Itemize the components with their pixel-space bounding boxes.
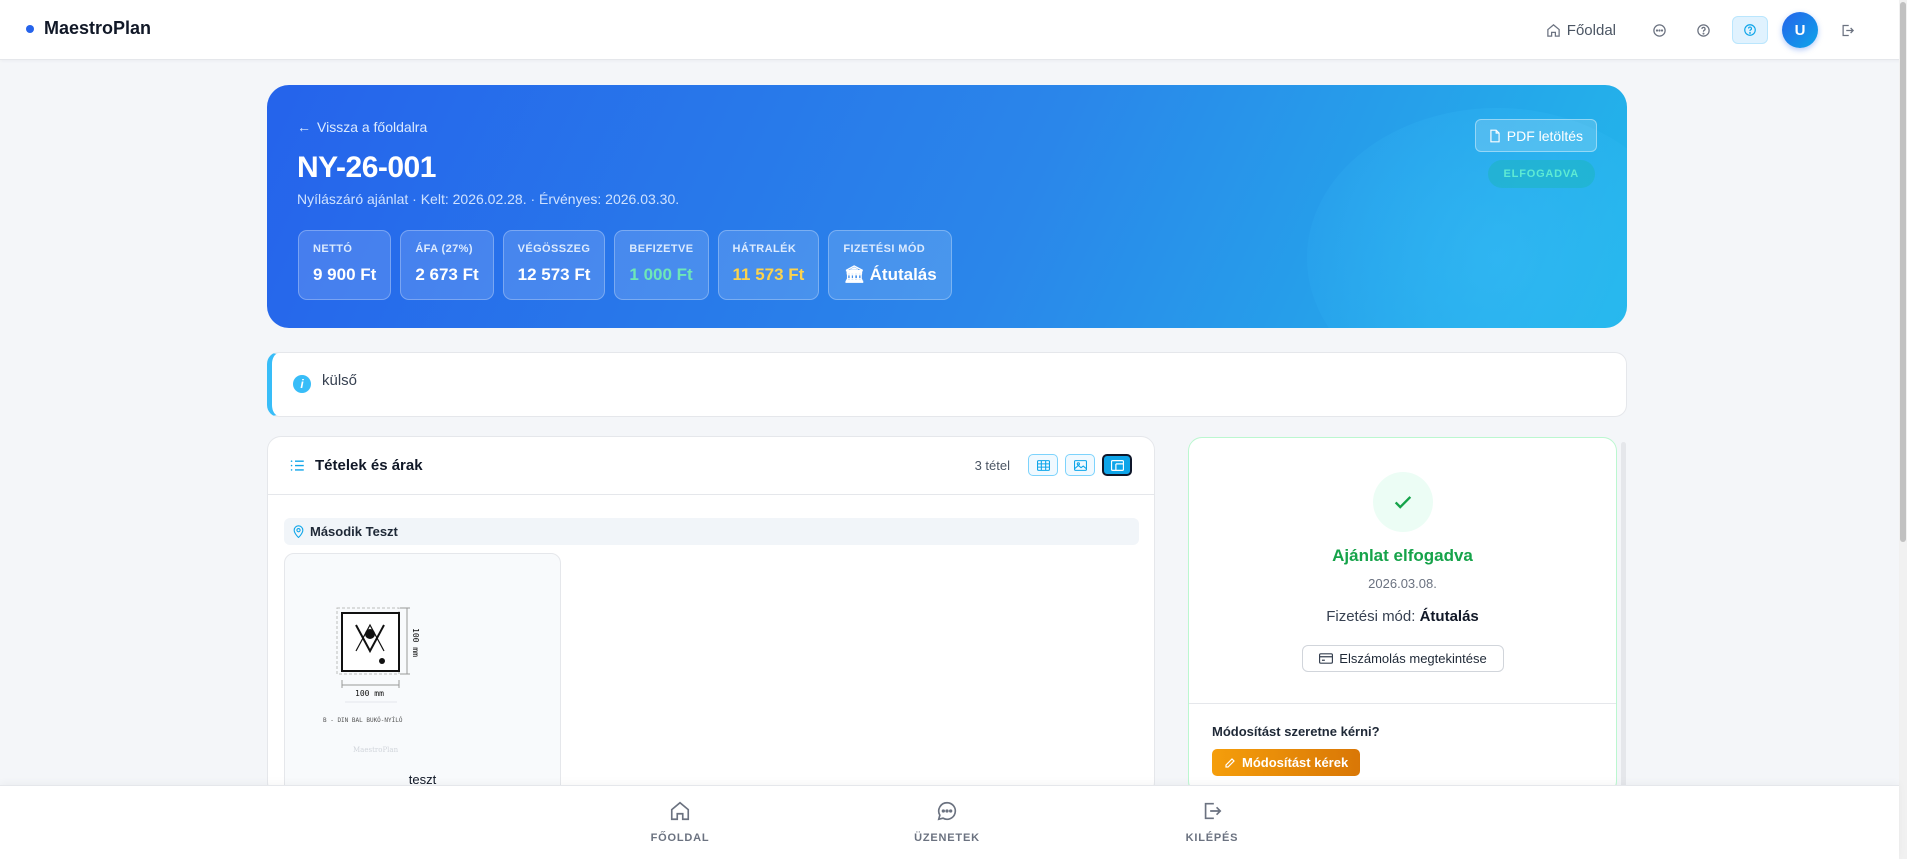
help-guide-button[interactable] xyxy=(1732,16,1768,44)
logout-icon xyxy=(1842,24,1854,36)
stat-label: BEFIZETVE xyxy=(629,243,694,255)
stat-label: FIZETÉSI MÓD xyxy=(843,243,926,255)
brand-name: MaestroPlan xyxy=(44,18,152,38)
pdf-download-label: PDF letöltés xyxy=(1506,127,1583,144)
modify-question: Módosítást szeretne kérni? xyxy=(1212,724,1380,739)
payment-mode: Fizetési mód: Átutalás xyxy=(1189,608,1616,625)
location-name: Második Teszt xyxy=(310,524,398,539)
arrow-left-icon: ← xyxy=(297,119,311,135)
view-billing-label: Elszámolás megtekintése xyxy=(1339,651,1487,666)
view-mode-switch xyxy=(1028,454,1132,476)
request-modification-label: Módosítást kérek xyxy=(1242,755,1349,770)
accepted-date: 2026.03.08. xyxy=(1368,576,1437,591)
credit-card-icon xyxy=(1319,653,1334,664)
list-icon xyxy=(290,460,304,471)
user-avatar[interactable]: U xyxy=(1782,12,1818,48)
window-drawing: 100 mm 100 mm B - DIN BAL BUKÓ-NYÍLÓ Mae… xyxy=(323,607,420,754)
brand-dot-icon xyxy=(26,24,34,33)
top-navbar: MaestroPlan Főoldal U xyxy=(0,0,1902,60)
item-card[interactable]: 100 mm 100 mm B - DIN BAL BUKÓ-NYÍLÓ Mae… xyxy=(284,553,561,795)
items-title-label: Tételek és árak xyxy=(315,457,423,474)
width-dimension-label: 100 mm xyxy=(355,689,384,698)
offer-stats: NETTÓ 9 900 Ft ÁFA (27%) 2 673 Ft VÉGÖSSZE… xyxy=(298,230,952,300)
home-icon xyxy=(670,801,690,821)
stat-fizetesi-mod: FIZETÉSI MÓD 🏛 Átutalás xyxy=(828,230,952,300)
items-count: 3 tétel xyxy=(974,458,1010,473)
image-view-icon xyxy=(1073,459,1087,471)
request-modification-button[interactable]: Módosítást kérek xyxy=(1212,749,1361,776)
nav-home-label: Főoldal xyxy=(1566,21,1616,39)
panel-scrollbar[interactable] xyxy=(1621,442,1626,797)
home-icon xyxy=(1547,23,1560,37)
location-group-header: Második Teszt xyxy=(284,518,1139,545)
items-title: Tételek és árak xyxy=(290,457,423,474)
stat-value: 1 000 Ft xyxy=(629,265,693,284)
offer-header: ← Vissza a főoldalra NY-26-001 Nyílászár… xyxy=(267,85,1627,328)
back-link[interactable]: ← Vissza a főoldalra xyxy=(297,119,427,135)
pdf-file-icon xyxy=(1490,129,1500,142)
divider xyxy=(1189,703,1616,704)
stat-label: HÁTRALÉK xyxy=(732,243,797,255)
bottom-nav-logout-label: KILÉPÉS xyxy=(1185,832,1239,844)
nav-home-link[interactable]: Főoldal xyxy=(1546,22,1616,39)
messages-button[interactable] xyxy=(1644,15,1674,45)
logout-button[interactable] xyxy=(1832,15,1862,45)
stat-afa: ÁFA (27%) 2 673 Ft xyxy=(400,230,494,300)
stat-value: 9 900 Ft xyxy=(313,265,377,284)
info-note: i külső xyxy=(267,352,1627,417)
bottom-nav: FŐOLDAL ÜZENETEK KILÉPÉS xyxy=(0,785,1899,859)
offer-subtitle: Nyílászáró ajánlat · Kelt: 2026.02.28. ·… xyxy=(297,191,680,207)
items-card: Tételek és árak 3 tétel Második Teszt 10… xyxy=(267,436,1155,796)
offer-number: NY-26-001 xyxy=(297,151,436,184)
map-pin-icon xyxy=(293,525,304,538)
bottom-nav-messages[interactable]: ÜZENETEK xyxy=(897,800,997,844)
card-view-icon xyxy=(1110,459,1124,471)
chat-icon xyxy=(1652,23,1666,37)
stat-value: 11 573 Ft xyxy=(732,265,805,284)
page-scrollbar[interactable] xyxy=(1899,0,1907,859)
stat-befizetve: BEFIZETVE 1 000 Ft xyxy=(614,230,709,300)
help-button[interactable] xyxy=(1688,15,1718,45)
card-view-button[interactable] xyxy=(1102,454,1132,476)
image-view-button[interactable] xyxy=(1065,454,1095,476)
items-header: Tételek és árak 3 tétel xyxy=(268,437,1154,495)
bottom-nav-home[interactable]: FŐOLDAL xyxy=(630,800,730,844)
table-view-button[interactable] xyxy=(1028,454,1058,476)
pencil-icon xyxy=(1225,757,1235,768)
check-icon xyxy=(1373,472,1433,532)
payment-mode-value: Átutalás xyxy=(1419,608,1479,625)
logout-icon xyxy=(1204,802,1222,820)
brand[interactable]: MaestroPlan xyxy=(26,18,151,39)
payment-mode-prefix: Fizetési mód: xyxy=(1326,608,1416,625)
view-billing-button[interactable]: Elszámolás megtekintése xyxy=(1302,645,1504,672)
nav-actions: Főoldal U xyxy=(1546,12,1862,48)
stat-label: NETTÓ xyxy=(313,243,353,255)
scrollbar-thumb[interactable] xyxy=(1900,2,1906,542)
info-icon: i xyxy=(293,375,311,393)
stat-value: 12 573 Ft xyxy=(517,265,591,284)
bottom-nav-logout[interactable]: KILÉPÉS xyxy=(1162,800,1262,844)
note-text: külső xyxy=(322,372,358,389)
accepted-title: Ajánlat elfogadva xyxy=(1332,546,1473,565)
bottom-nav-home-label: FŐOLDAL xyxy=(650,832,710,844)
stat-hatralek: HÁTRALÉK 11 573 Ft xyxy=(717,230,820,300)
stat-vegosszeg: VÉGÖSSZEG 12 573 Ft xyxy=(502,230,606,300)
help-active-icon xyxy=(1744,24,1756,36)
height-dimension-label: 100 mm xyxy=(411,628,420,657)
stat-label: VÉGÖSSZEG xyxy=(517,243,591,255)
back-link-label: Vissza a főoldalra xyxy=(317,119,428,135)
table-view-icon xyxy=(1036,459,1050,471)
drawing-watermark: MaestroPlan xyxy=(353,746,399,754)
stat-label: ÁFA (27%) xyxy=(415,243,473,255)
acceptance-status-card: Ajánlat elfogadva 2026.03.08. Fizetési m… xyxy=(1188,437,1617,795)
chat-icon xyxy=(937,801,957,821)
stat-value: 🏛 Átutalás xyxy=(843,265,937,284)
stat-value: 2 673 Ft xyxy=(415,265,479,284)
pdf-download-button[interactable]: PDF letöltés xyxy=(1474,119,1597,152)
help-icon xyxy=(1696,23,1710,37)
status-badge: ELFOGADVA xyxy=(1487,160,1595,188)
stat-netto: NETTÓ 9 900 Ft xyxy=(298,230,392,300)
bottom-nav-messages-label: ÜZENETEK xyxy=(914,832,980,844)
opening-type-label: B - DIN BAL BUKÓ-NYÍLÓ xyxy=(323,716,403,724)
